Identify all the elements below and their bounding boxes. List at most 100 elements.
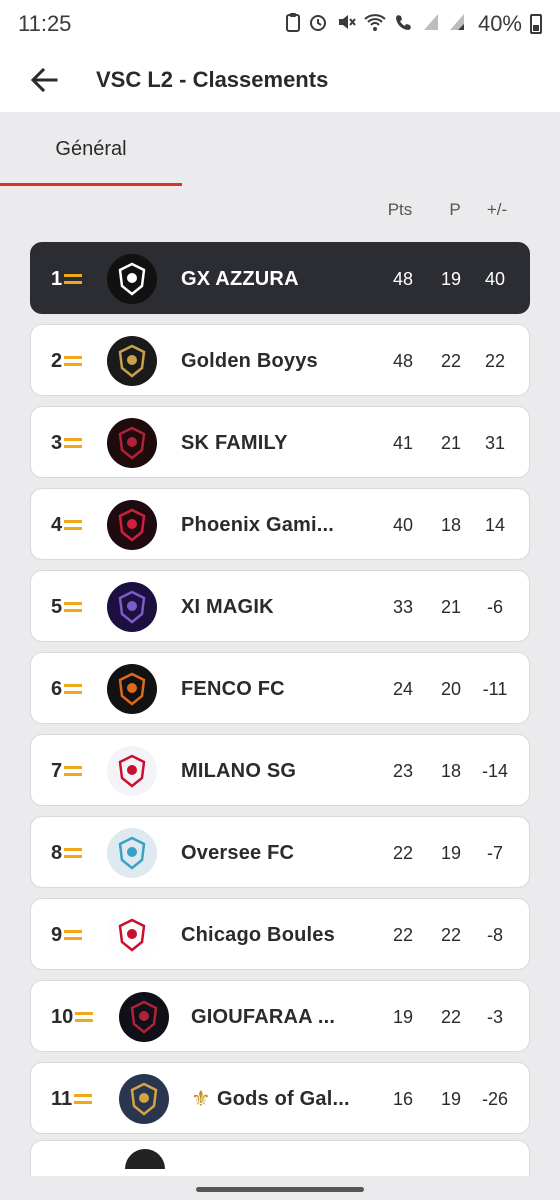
rank-number: 8	[51, 841, 63, 864]
team-goal-diff: -3	[486, 1006, 503, 1027]
team-name-text: Chicago Boules	[181, 923, 335, 946]
team-played: 22	[440, 1006, 462, 1027]
standings-row[interactable]: 8 Oversee FC 22 19 -7	[30, 816, 530, 888]
team-goal-diff: 14	[484, 514, 506, 535]
fleur-de-lis-icon: ⚜	[191, 1086, 211, 1111]
team-name: GX AZZURA	[181, 243, 299, 315]
team-name: FENCO FC	[181, 653, 285, 725]
team-goal-diff: -8	[486, 924, 503, 945]
signal-icon	[422, 12, 440, 37]
team-points: 22	[392, 842, 414, 863]
team-name-text: Golden Boyys	[181, 349, 318, 372]
standings-row[interactable]: 7 MILANO SG 23 18 -14	[30, 734, 530, 806]
oversee-logo	[107, 828, 157, 878]
sk-family-logo	[107, 418, 157, 468]
team-goal-diff: 22	[484, 350, 506, 371]
signal-icon-2	[448, 12, 466, 37]
standings-row[interactable]: 9 Chicago Boules 22 22 -8	[30, 898, 530, 970]
team-name-text: GIOUFARAA ...	[191, 1005, 336, 1028]
rank-number: 5	[51, 595, 63, 618]
team-name: Chicago Boules	[181, 899, 335, 971]
rank-number: 3	[51, 431, 63, 454]
standings-row[interactable]: 6 FENCO FC 24 20 -11	[30, 652, 530, 724]
standings-row[interactable]: 10 GIOUFARAA ... 19 22 -3	[30, 980, 530, 1052]
team-name: XI MAGIK	[181, 571, 274, 643]
rank-number: 9	[51, 923, 63, 946]
team-name-text: Phoenix Gami...	[181, 513, 335, 536]
clipboard-icon	[285, 12, 300, 37]
col-diff: +/-	[486, 200, 508, 219]
status-time: 11:25	[18, 11, 72, 36]
rank-number: 1	[51, 267, 63, 290]
standings-row[interactable]: 3 SK FAMILY 41 21 31	[30, 406, 530, 478]
app-bar: VSC L2 - Classements	[0, 48, 560, 112]
team-rank: 10	[51, 981, 94, 1053]
rank-unchanged-icon	[64, 438, 83, 448]
rank-unchanged-icon	[64, 766, 83, 776]
rank-unchanged-icon	[64, 684, 83, 694]
mute-icon	[336, 12, 356, 37]
column-header: Pts P +/-	[0, 200, 560, 226]
tab-general[interactable]: Général	[0, 112, 182, 186]
team-name: SK FAMILY	[181, 407, 288, 479]
home-gesture-handle[interactable]	[196, 1187, 364, 1192]
team-name: ⚜ Gods of Gal...	[191, 1063, 350, 1135]
team-points: 23	[392, 760, 414, 781]
team-points: 19	[392, 1006, 414, 1027]
team-goal-diff: -14	[481, 760, 508, 781]
rank-unchanged-icon	[64, 520, 83, 530]
standings-row[interactable]: 4 Phoenix Gami... 40 18 14	[30, 488, 530, 560]
standings-row[interactable]: 11 ⚜ Gods of Gal... 16 19 -26	[30, 1062, 530, 1134]
team-name: Phoenix Gami...	[181, 489, 334, 561]
team-rank: 2	[51, 325, 83, 397]
team-name-text: FENCO FC	[181, 677, 285, 700]
team-rank: 3	[51, 407, 83, 479]
status-bar: 11:25 40%	[0, 0, 560, 48]
team-played: 20	[440, 678, 462, 699]
rank-unchanged-icon	[64, 274, 83, 284]
team-name: Oversee FC	[181, 817, 294, 889]
back-button[interactable]	[14, 52, 74, 108]
team-points: 48	[392, 268, 414, 289]
team-name: GIOUFARAA ...	[191, 981, 335, 1053]
rank-unchanged-icon	[75, 1012, 94, 1022]
team-rank: 8	[51, 817, 83, 889]
xi-magik-logo	[107, 582, 157, 632]
standings-row[interactable]: 2 Golden Boyys 48 22 22	[30, 324, 530, 396]
standings-row[interactable]: 1 GX AZZURA 48 19 40	[30, 242, 530, 314]
rank-unchanged-icon	[64, 356, 83, 366]
team-points: 24	[392, 678, 414, 699]
rank-number: 2	[51, 349, 63, 372]
fenco-logo	[107, 664, 157, 714]
rank-number: 10	[51, 1005, 74, 1028]
rank-number: 7	[51, 759, 63, 782]
wifi-icon	[364, 12, 386, 37]
team-rank: 5	[51, 571, 83, 643]
standings-row[interactable]: 5 XI MAGIK 33 21 -6	[30, 570, 530, 642]
team-name-text: SK FAMILY	[181, 431, 288, 454]
rank-unchanged-icon	[64, 602, 83, 612]
rank-number: 6	[51, 677, 63, 700]
team-points: 40	[392, 514, 414, 535]
team-played: 19	[440, 842, 462, 863]
col-played: P	[449, 200, 461, 219]
team-rank: 11	[51, 1063, 93, 1135]
rank-unchanged-icon	[64, 848, 83, 858]
alarm-icon	[308, 12, 328, 37]
tab-indicator	[0, 183, 182, 186]
team-played: 19	[440, 1088, 462, 1109]
arrow-left-icon	[30, 67, 58, 93]
team-goal-diff: 40	[484, 268, 506, 289]
rank-number: 11	[51, 1087, 73, 1110]
team-rank: 7	[51, 735, 83, 807]
battery-percent: 40%	[477, 11, 522, 36]
team-played: 18	[440, 760, 462, 781]
team-played: 21	[440, 596, 462, 617]
team-points: 33	[392, 596, 414, 617]
team-goal-diff: -26	[481, 1088, 508, 1109]
team-goal-diff: 31	[484, 432, 506, 453]
system-nav-bar	[0, 1176, 560, 1200]
col-pts: Pts	[387, 200, 413, 219]
gods-logo	[119, 1074, 169, 1124]
phoenix-logo	[107, 500, 157, 550]
